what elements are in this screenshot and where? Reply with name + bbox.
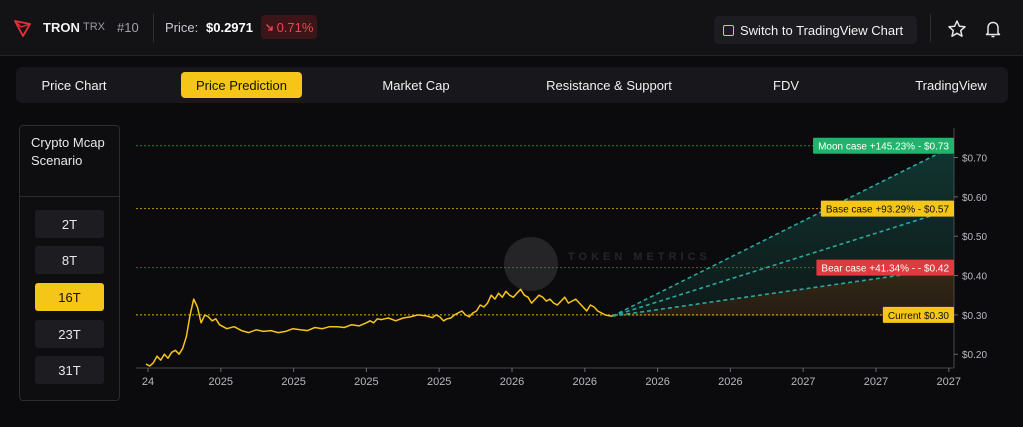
price-change-value: 0.71%	[276, 19, 314, 35]
scenario-panel-title: Crypto Mcap Scenario	[31, 135, 105, 168]
x-tick-label: 2025	[209, 376, 233, 388]
x-tick-label: 2025	[427, 376, 451, 388]
watermark-logo	[504, 237, 558, 291]
scenario-label-moon: Moon case +145.23% - $0.73	[813, 137, 954, 154]
watchlist-star-button[interactable]	[944, 16, 970, 42]
top-bar: TRON TRX #10 Price: $0.2971 0.71% Switch…	[0, 0, 1023, 56]
price-prediction-chart: TOKEN METRICS $0.20 $0.30 $0.40 $0.50 $0.60 $0…	[136, 128, 987, 388]
tab-tradingview[interactable]: TradingView	[896, 72, 1006, 98]
coin-symbol: TRX	[83, 21, 105, 33]
price-change-badge: 0.71%	[261, 15, 317, 39]
y-tick-label: $0.30	[962, 311, 987, 322]
x-tick-label: 2026	[645, 376, 669, 388]
price-value: $0.2971	[206, 20, 253, 35]
scenario-8t-button[interactable]: 8T	[35, 246, 104, 274]
y-tick-label: $0.50	[962, 232, 987, 243]
scenario-23t-button[interactable]: 23T	[35, 320, 104, 348]
scenario-label-bear: Bear case +41.34% - - $0.42	[816, 259, 954, 276]
tab-resistance-support[interactable]: Resistance & Support	[526, 72, 692, 98]
scenario-panel-divider	[20, 196, 119, 197]
star-icon	[948, 20, 966, 37]
x-tick-label: 2027	[791, 376, 815, 388]
x-tick-label: 24	[142, 376, 154, 388]
watermark-text: TOKEN METRICS	[568, 251, 711, 263]
tron-logo-icon	[14, 20, 31, 37]
y-tick-label: $0.40	[962, 272, 987, 283]
scenario-label-base: Base case +93.29% - $0.57	[820, 200, 954, 217]
y-tick-label: $0.20	[962, 350, 987, 361]
scenario-label-text: Moon case +145.23% - $0.73	[818, 142, 949, 153]
switch-tradingview-label: Switch to TradingView Chart	[740, 22, 904, 38]
scenario-label-text: Base case +93.29% - $0.57	[826, 205, 950, 216]
x-tick-label: 2026	[500, 376, 524, 388]
scenario-label-text: Bear case +41.34% - - $0.42	[821, 264, 949, 275]
header-divider-right	[930, 14, 931, 42]
x-tick-label: 2025	[354, 376, 378, 388]
bell-icon	[985, 21, 1001, 38]
chart-icon	[723, 24, 734, 36]
x-tick-label: 2026	[718, 376, 742, 388]
scenario-2t-button[interactable]: 2T	[35, 210, 104, 238]
x-tick-label: 2026	[573, 376, 597, 388]
tab-price-prediction[interactable]: Price Prediction	[181, 72, 302, 98]
price-label: Price:	[165, 20, 199, 35]
switch-tradingview-button[interactable]: Switch to TradingView Chart	[714, 16, 917, 44]
scenario-label-text: Current $0.30	[888, 311, 950, 322]
scenario-16t-button[interactable]: 16T	[35, 283, 104, 311]
tab-price-chart[interactable]: Price Chart	[22, 72, 126, 98]
x-tick-label: 2027	[937, 376, 961, 388]
price-line	[145, 288, 613, 367]
tab-fdv[interactable]: FDV	[751, 72, 821, 98]
coin-name: TRON	[43, 20, 80, 35]
arrow-down-right-icon	[265, 23, 273, 31]
scenario-label-current: Current $0.30	[882, 306, 954, 323]
y-tick-label: $0.70	[962, 154, 987, 165]
y-tick-label: $0.60	[962, 193, 987, 204]
tab-market-cap[interactable]: Market Cap	[361, 72, 471, 98]
mcap-scenario-panel: Crypto Mcap Scenario 2T 8T 16T 23T 31T	[19, 125, 120, 401]
scenario-31t-button[interactable]: 31T	[35, 356, 104, 384]
coin-rank: #10	[117, 20, 139, 35]
chart-tabs: Price Chart Price Prediction Market Cap …	[16, 67, 1008, 103]
x-tick-label: 2027	[864, 376, 888, 388]
alert-bell-button[interactable]	[980, 16, 1006, 42]
header-divider	[153, 14, 154, 42]
x-tick-label: 2025	[281, 376, 305, 388]
